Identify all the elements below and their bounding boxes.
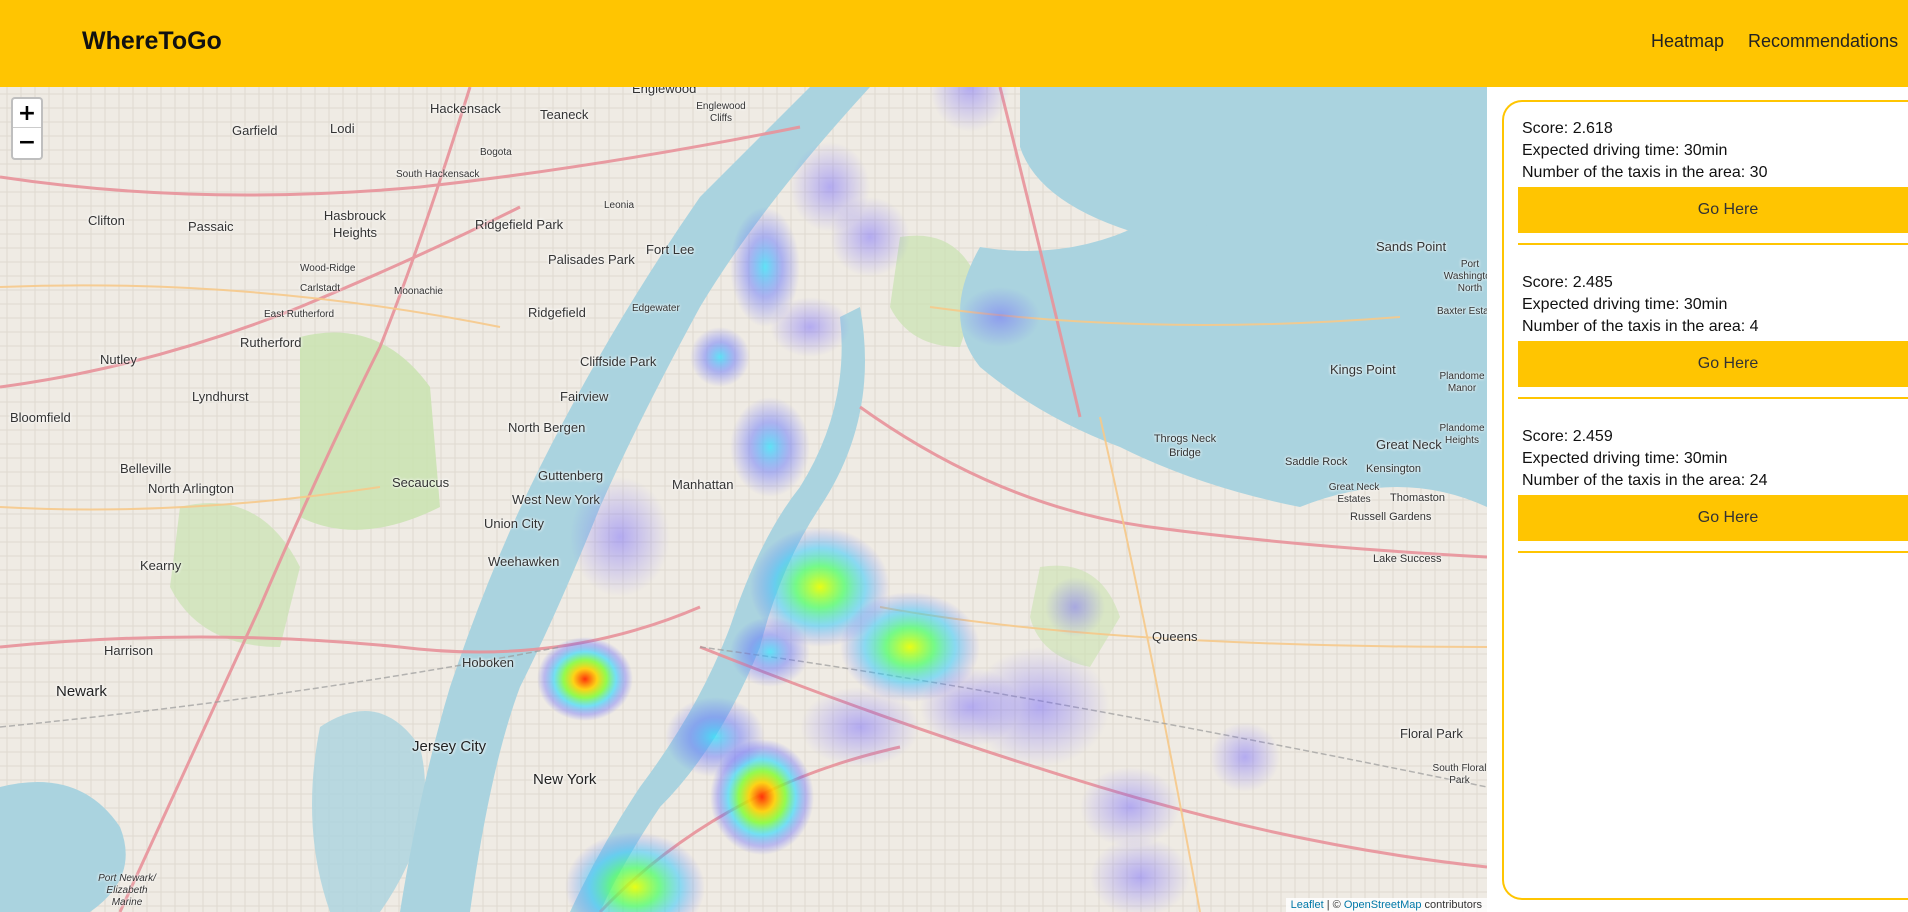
map-label: Bloomfield — [10, 410, 71, 425]
map-label: Teaneck — [540, 107, 589, 122]
map-label: Garfield — [232, 123, 278, 138]
map-label: Plandome Heights — [1439, 423, 1485, 446]
map-label: Manhattan — [672, 477, 734, 492]
attribution-suffix: contributors — [1421, 899, 1482, 911]
heatmap-map[interactable]: Englewood Hackensack Teaneck Garfield Lo… — [0, 87, 1487, 912]
map-label: Great Neck — [1376, 437, 1442, 452]
zoom-in-button[interactable]: + — [13, 99, 41, 128]
map-label: North Bergen — [508, 420, 586, 435]
map-label: East Rutherford — [264, 309, 335, 320]
map-tiles — [0, 87, 1487, 912]
recommendation-card: Score: 2.485 Expected driving time: 30mi… — [1518, 272, 1908, 399]
go-here-button[interactable]: Go Here — [1518, 187, 1908, 233]
map-label: Leonia — [604, 200, 635, 211]
go-here-button[interactable]: Go Here — [1518, 495, 1908, 541]
leaflet-link[interactable]: Leaflet — [1291, 899, 1324, 911]
score-text: Score: 2.618 — [1522, 120, 1613, 137]
map-label: Port Washington North — [1443, 259, 1487, 294]
attribution-separator: | © — [1323, 899, 1344, 911]
map-label: South Hackensack — [396, 169, 480, 180]
map-label: Wood-Ridge — [300, 263, 356, 274]
map-label: Kensington — [1366, 463, 1422, 475]
map-label: Ridgefield Park — [475, 217, 564, 232]
map-label: South Floral Park — [1432, 763, 1487, 786]
map-label: Hackensack — [430, 101, 501, 116]
recommendations-panel: Score: 2.618 Expected driving time: 30mi… — [1502, 100, 1908, 900]
map-label: Secaucus — [392, 475, 450, 490]
map-label: Lyndhurst — [192, 389, 249, 404]
nav-link-recommendations[interactable]: Recommendations — [1748, 31, 1898, 52]
map-label: Queens — [1152, 629, 1198, 644]
driving-time-text: Expected driving time: 30min — [1522, 296, 1728, 313]
map-label: Saddle Rock — [1285, 456, 1348, 468]
map-label: Hasbrouck Heights — [323, 208, 387, 240]
go-here-button[interactable]: Go Here — [1518, 341, 1908, 387]
map-label: Englewood Cliffs — [696, 101, 746, 124]
map-label: Guttenberg — [538, 468, 604, 483]
score-text: Score: 2.459 — [1522, 428, 1613, 445]
openstreetmap-link[interactable]: OpenStreetMap — [1344, 899, 1422, 911]
score-text: Score: 2.485 — [1522, 274, 1613, 291]
map-label: Thomaston — [1390, 492, 1446, 504]
map-label: Port Newark/ Elizabeth Marine — [98, 873, 156, 908]
map-label: Kings Point — [1330, 362, 1396, 377]
map-attribution: Leaflet | © OpenStreetMap contributors — [1285, 898, 1487, 912]
recommendation-card: Score: 2.459 Expected driving time: 30mi… — [1518, 426, 1908, 553]
map-label: Bogota — [480, 147, 512, 158]
map-label: Belleville — [120, 461, 172, 476]
map-label: Union City — [484, 516, 544, 531]
taxi-count-text: Number of the taxis in the area: 30 — [1522, 164, 1768, 181]
map-label: Clifton — [88, 213, 125, 228]
map-label: North Arlington — [148, 481, 234, 496]
map-label: Nutley — [100, 352, 137, 367]
map-label: Cliffside Park — [580, 354, 657, 369]
taxi-count-text: Number of the taxis in the area: 24 — [1522, 472, 1768, 489]
map-label: Jersey City — [412, 738, 487, 755]
map-label: Russell Gardens — [1350, 511, 1432, 523]
map-label: West New York — [512, 492, 600, 507]
taxi-count-text: Number of the taxis in the area: 4 — [1522, 318, 1759, 335]
card-divider — [1518, 397, 1908, 399]
brand-logo[interactable]: WhereToGo — [82, 27, 222, 56]
map-label: Sands Point — [1376, 239, 1447, 254]
map-label: Ridgefield — [528, 305, 586, 320]
map-label: Throgs Neck Bridge — [1153, 433, 1217, 459]
recommendation-card: Score: 2.618 Expected driving time: 30mi… — [1518, 118, 1908, 245]
map-label: Fort Lee — [646, 242, 695, 257]
top-navbar: WhereToGo Heatmap Recommendations — [0, 0, 1908, 87]
map-label: Edgewater — [632, 303, 680, 314]
driving-time-text: Expected driving time: 30min — [1522, 142, 1728, 159]
map-label: Palisades Park — [548, 252, 635, 267]
nav-link-heatmap[interactable]: Heatmap — [1651, 31, 1724, 52]
zoom-out-button[interactable]: − — [13, 128, 41, 157]
map-label: Harrison — [104, 643, 154, 658]
map-label: Hoboken — [462, 655, 515, 670]
map-label: Englewood — [632, 87, 697, 96]
map-label: Passaic — [188, 219, 234, 234]
map-label: Lake Success — [1373, 553, 1442, 565]
driving-time-text: Expected driving time: 30min — [1522, 450, 1728, 467]
zoom-control: + − — [11, 97, 43, 160]
map-label: Weehawken — [488, 554, 560, 569]
map-label: New York — [533, 771, 597, 788]
map-label: Moonachie — [394, 286, 443, 297]
map-label: Lodi — [330, 121, 355, 136]
map-label: Carlstadt — [300, 283, 341, 294]
map-label: Floral Park — [1400, 726, 1463, 741]
map-label: Great Neck Estates — [1328, 482, 1380, 505]
map-label: Plandome Manor — [1439, 371, 1485, 394]
map-label: Baxter Estates — [1437, 306, 1487, 317]
card-divider — [1518, 243, 1908, 245]
map-label: Fairview — [560, 389, 609, 404]
map-label: Rutherford — [240, 335, 302, 350]
map-label: Newark — [56, 683, 107, 700]
map-label: Kearny — [140, 558, 182, 573]
card-divider — [1518, 551, 1908, 553]
